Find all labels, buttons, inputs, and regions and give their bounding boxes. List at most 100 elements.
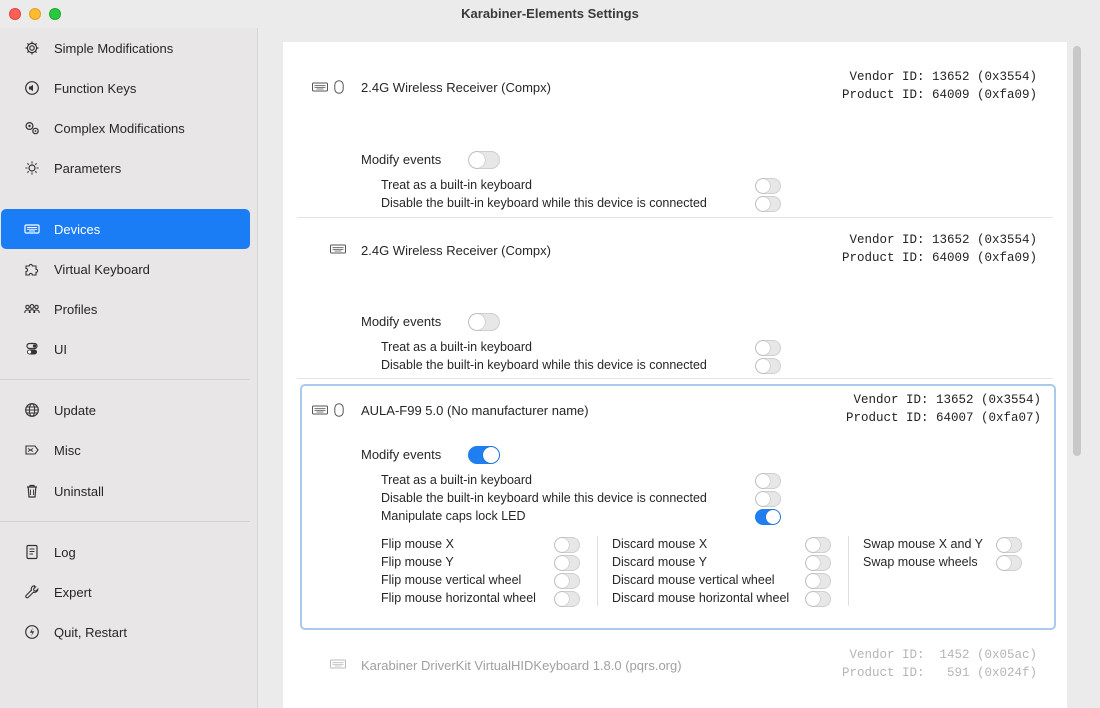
sidebar-item-expert[interactable]: Expert [1,572,250,612]
flip-mouse-y-toggle[interactable] [554,555,580,571]
swap-mouse-wheels-toggle[interactable] [996,555,1022,571]
sidebar-item-label: Log [54,544,76,560]
sidebar-item-label: Quit, Restart [54,624,127,640]
treat-builtin-toggle[interactable] [755,178,781,194]
sidebar-item-parameters[interactable]: Parameters [1,148,250,188]
swap-mouse-xy-label: Swap mouse X and Y [863,537,983,551]
device-name: 2.4G Wireless Receiver (Compx) [361,243,551,258]
product-id: Product ID: 591 (0x024f) [841,666,1037,680]
document-icon [23,543,41,561]
device-type-icons [330,243,346,255]
vendor-id: Vendor ID: 13652 (0x3554) [853,393,1041,407]
modify-events-toggle[interactable] [468,151,500,169]
disable-builtin-toggle[interactable] [755,491,781,507]
keyboard-icon [312,81,328,93]
disable-builtin-label: Disable the built-in keyboard while this… [381,196,707,210]
sidebar-divider [0,379,250,380]
sidebar-item-update[interactable]: Update [1,390,250,430]
discard-mouse-y-toggle[interactable] [805,555,831,571]
modify-events-toggle[interactable] [468,446,500,464]
modify-events-label: Modify events [361,314,442,329]
sidebar-item-label: Uninstall [54,483,104,499]
sidebar-item-label: Simple Modifications [54,40,174,56]
scrollbar-thumb[interactable] [1073,46,1081,456]
discard-horizontal-wheel-label: Discard mouse horizontal wheel [612,591,790,605]
disable-builtin-label: Disable the built-in keyboard while this… [381,491,707,505]
modify-events-label: Modify events [361,152,442,167]
sidebar-item-virtual-keyboard[interactable]: Virtual Keyboard [1,249,250,289]
sidebar-item-label: Complex Modifications [54,120,185,136]
product-id: Product ID: 64009 (0xfa09) [841,251,1037,265]
sidebar-item-simple-modifications[interactable]: Simple Modifications [1,28,250,68]
treat-builtin-label: Treat as a built-in keyboard [381,340,533,354]
flip-horizontal-wheel-toggle[interactable] [554,591,580,607]
gear-icon [23,39,41,57]
device-ids: Vendor ID: 13652 (0x3554) Product ID: 640… [842,231,1037,267]
devices-pane: 2.4G Wireless Receiver (Compx) Vendor ID… [259,28,1100,708]
window-title: Karabiner-Elements Settings [461,6,639,21]
device-ids: Vendor ID: 1452 (0x05ac) Product ID: 591 … [842,646,1037,682]
sidebar-item-profiles[interactable]: Profiles [1,289,250,329]
device-type-icons [312,80,344,94]
wrench-icon [23,583,41,601]
device-list[interactable]: 2.4G Wireless Receiver (Compx) Vendor ID… [283,42,1067,708]
discard-vertical-wheel-toggle[interactable] [805,573,831,589]
disable-builtin-label: Disable the built-in keyboard while this… [381,358,707,372]
swap-mouse-wheels-label: Swap mouse wheels [863,555,978,569]
vendor-id: Vendor ID: 13652 (0x3554) [849,70,1037,84]
sidebar-item-label: Profiles [54,301,98,317]
scrollbar[interactable] [1069,42,1083,708]
sidebar-item-log[interactable]: Log [1,532,250,572]
vendor-id: Vendor ID: 13652 (0x3554) [849,233,1037,247]
trash-icon [23,482,41,500]
sidebar-item-uninstall[interactable]: Uninstall [1,471,250,511]
keyboard-icon [312,404,328,416]
sidebar-item-label: Devices [54,221,101,237]
keyboard-icon [330,658,346,670]
switches-icon [23,340,41,358]
discard-mouse-y-label: Discard mouse Y [612,555,707,569]
treat-builtin-label: Treat as a built-in keyboard [381,473,533,487]
product-id: Product ID: 64009 (0xfa09) [841,88,1037,102]
discard-horizontal-wheel-toggle[interactable] [805,591,831,607]
treat-builtin-toggle[interactable] [755,473,781,489]
column-divider [848,536,849,606]
sidebar-item-label: Misc [54,442,81,458]
disable-builtin-toggle[interactable] [755,196,781,212]
disable-builtin-toggle[interactable] [755,358,781,374]
sidebar-item-label: Update [54,402,96,418]
flip-mouse-y-label: Flip mouse Y [381,555,454,569]
sidebar-divider [0,521,250,522]
flip-mouse-x-toggle[interactable] [554,537,580,553]
device-card: 2.4G Wireless Receiver (Compx) Vendor ID… [297,56,1053,218]
flip-vertical-wheel-label: Flip mouse vertical wheel [381,573,522,587]
discard-mouse-x-toggle[interactable] [805,537,831,553]
people-icon [23,300,41,318]
sidebar-item-complex-modifications[interactable]: Complex Modifications [1,108,250,148]
settings-window: Karabiner-Elements Settings Simple Modif… [0,0,1100,708]
treat-builtin-label: Treat as a built-in keyboard [381,178,533,192]
discard-vertical-wheel-label: Discard mouse vertical wheel [612,573,775,587]
keyboard-icon [23,220,41,238]
sidebar-item-ui[interactable]: UI [1,329,250,369]
swap-mouse-xy-toggle[interactable] [996,537,1022,553]
device-type-icons [312,403,344,417]
sidebar-item-devices[interactable]: Devices [1,209,250,249]
caps-lock-led-toggle[interactable] [755,509,781,525]
flip-vertical-wheel-toggle[interactable] [554,573,580,589]
flip-horizontal-wheel-label: Flip mouse horizontal wheel [381,591,536,605]
device-name: 2.4G Wireless Receiver (Compx) [361,80,551,95]
keyboard-icon [330,243,346,255]
sidebar-item-misc[interactable]: Misc [1,430,250,470]
column-divider [597,536,598,606]
discard-mouse-x-label: Discard mouse X [612,537,708,551]
sidebar-item-function-keys[interactable]: Function Keys [1,68,250,108]
treat-builtin-toggle[interactable] [755,340,781,356]
power-icon [23,623,41,641]
flip-mouse-x-label: Flip mouse X [381,537,454,551]
mouse-icon [334,80,344,94]
modify-events-toggle[interactable] [468,313,500,331]
device-card-selected[interactable]: AULA-F99 5.0 (No manufacturer name) Vend… [300,384,1056,630]
sidebar-item-quit-restart[interactable]: Quit, Restart [1,612,250,652]
mouse-icon [334,403,344,417]
